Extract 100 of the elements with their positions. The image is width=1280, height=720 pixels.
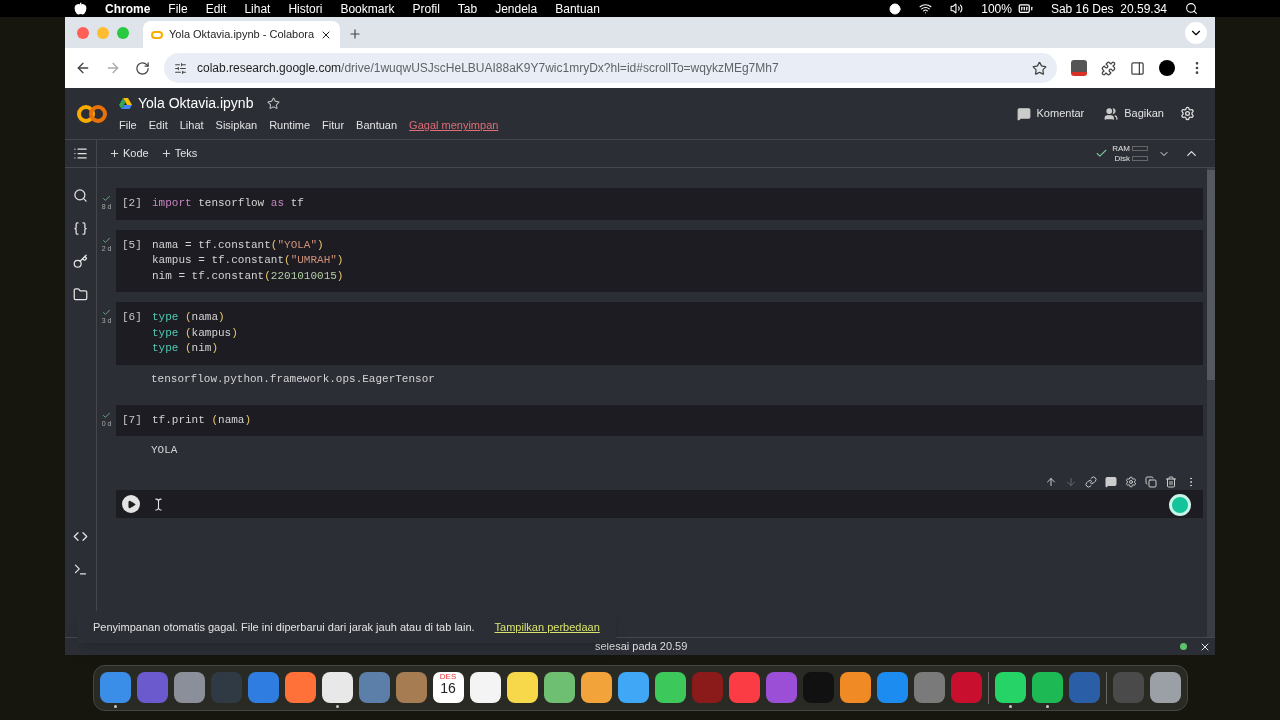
- code-cell[interactable]: [6] type (nama) type (kampus) type (nim): [116, 302, 1203, 365]
- app-icon[interactable]: [321, 672, 353, 703]
- reload-icon[interactable]: [135, 60, 150, 76]
- table-of-contents-icon[interactable]: [73, 146, 88, 161]
- back-icon[interactable]: [75, 60, 91, 76]
- menu-item[interactable]: Tab: [457, 0, 478, 18]
- star-icon[interactable]: [267, 97, 281, 111]
- code-line: type (nim): [152, 341, 220, 356]
- app-icon[interactable]: [654, 672, 686, 703]
- app-icon[interactable]: [994, 672, 1026, 703]
- move-up-icon[interactable]: [1045, 476, 1057, 488]
- link-icon[interactable]: [1085, 476, 1097, 488]
- side-panel-icon[interactable]: [1130, 60, 1145, 76]
- new-tab-icon[interactable]: [348, 27, 363, 41]
- extension-icon[interactable]: [1071, 60, 1087, 76]
- play-icon: [126, 499, 136, 509]
- code-line: nim = tf.constant(2201010015): [152, 268, 344, 284]
- app-icon[interactable]: [469, 672, 501, 703]
- show-diff-link[interactable]: Tampilkan perbedaan: [494, 618, 600, 636]
- empty-code-cell[interactable]: [116, 490, 1203, 518]
- cell-output: tensorflow.python.framework.ops.EagerTensor: [150, 371, 436, 387]
- code-icon[interactable]: [73, 529, 88, 544]
- app-icon[interactable]: [839, 672, 871, 703]
- check-icon: [102, 410, 111, 420]
- menu-item[interactable]: File: [168, 0, 188, 18]
- app-icon[interactable]: [1031, 672, 1063, 703]
- drive-icon: [119, 97, 132, 110]
- url-text: colab.research.google.com/drive/1wuqwUSJscHeLBUAI88aK9Y7wic1mryDx?hl=id#scrollTo=wqykzMEg7Mh7: [197, 60, 780, 77]
- comment-button[interactable]: Komentar: [1016, 105, 1085, 122]
- menu-item[interactable]: Bookmark: [340, 0, 395, 18]
- comment-icon[interactable]: [1105, 476, 1117, 488]
- plus-icon: [109, 148, 120, 159]
- apple-icon[interactable]: [74, 2, 87, 15]
- code-line: type (kampus): [152, 325, 238, 341]
- settings-icon[interactable]: [1180, 106, 1195, 121]
- menu-item[interactable]: Edit: [205, 0, 227, 18]
- menu-item[interactable]: Edit: [148, 117, 168, 134]
- battery-icon[interactable]: [1017, 1, 1033, 16]
- variables-icon[interactable]: [73, 221, 88, 236]
- usage-meter: [1132, 156, 1148, 161]
- clock[interactable]: Sab 16 Des 20.59.34: [1050, 0, 1167, 18]
- copy-icon[interactable]: [1145, 476, 1157, 488]
- app-icon[interactable]: [543, 672, 575, 703]
- code-cell[interactable]: [5] nama = tf.constant("YOLA") kampus = tf.constant("UMRAH") nim = tf.constant(2201010015): [116, 229, 1203, 292]
- menu-item[interactable]: Histori: [288, 0, 323, 18]
- tab-search-button[interactable]: [1185, 22, 1207, 44]
- code-cell[interactable]: [7] tf.print (nama): [116, 404, 1203, 436]
- search-icon[interactable]: [73, 188, 88, 203]
- wifi-icon[interactable]: [919, 2, 933, 15]
- menu-item[interactable]: Bantuan: [356, 117, 398, 134]
- code-line: tf.print (nama): [152, 412, 252, 428]
- menu-item[interactable]: Runtime: [269, 117, 311, 134]
- extensions-icon[interactable]: [1101, 60, 1116, 76]
- text-cursor-icon: [152, 497, 165, 511]
- menu-item[interactable]: Jendela: [495, 0, 538, 18]
- address-bar[interactable]: colab.research.google.com/drive/1wuqwUSJscHeLBUAI88aK9Y7wic1mryDx?hl=id#scrollTo=wqykzMEg7Mh7: [164, 53, 1057, 83]
- execution-count: [6]: [121, 310, 143, 325]
- colab-logo-icon: [151, 30, 163, 39]
- volume-icon[interactable]: [950, 2, 964, 15]
- run-cell-button[interactable]: [122, 495, 140, 513]
- execution-count: [5]: [121, 237, 143, 253]
- share-button[interactable]: Bagikan: [1104, 105, 1164, 122]
- site-settings-icon[interactable]: [174, 61, 187, 75]
- menu-item[interactable]: Lihat: [244, 0, 271, 18]
- app-icon[interactable]: [284, 672, 316, 703]
- save-status-link[interactable]: Gagal menyimpan: [409, 117, 499, 134]
- folder-icon[interactable]: [73, 287, 88, 302]
- toast-message: Penyimpanan otomatis gagal. File ini diperbarui dari jarak jauh atau di tab lain.: [93, 619, 475, 635]
- menu-item[interactable]: Sisipkan: [215, 117, 258, 134]
- notebook-title[interactable]: Yola Oktavia.ipynb: [138, 93, 254, 115]
- browser-tab[interactable]: Yola Oktavia.ipynb - Colabora: [143, 21, 341, 48]
- add-cell-button[interactable]: Teks: [160, 145, 198, 162]
- check-icon: [102, 308, 111, 317]
- key-icon[interactable]: [73, 254, 88, 269]
- menu-item[interactable]: Fitur: [322, 117, 345, 134]
- app-menu[interactable]: Chrome: [105, 0, 151, 18]
- app-icon[interactable]: [1149, 672, 1181, 703]
- menu-item[interactable]: Profil: [412, 0, 440, 18]
- app-icon[interactable]: [580, 672, 612, 703]
- search-icon[interactable]: [1185, 2, 1198, 15]
- settings-icon[interactable]: [1125, 476, 1137, 488]
- terminal-icon[interactable]: [73, 562, 88, 577]
- grammar-assistant-icon[interactable]: [1169, 494, 1191, 516]
- scrollbar-thumb[interactable]: [1207, 170, 1215, 380]
- app-icon[interactable]: [506, 672, 538, 703]
- menu-item[interactable]: Bantuan: [555, 0, 600, 18]
- bookmark-star-icon[interactable]: [1032, 60, 1047, 76]
- menu-item[interactable]: File: [119, 117, 137, 134]
- code-line: kampus = tf.constant("UMRAH"): [152, 253, 344, 268]
- calendar-app-icon[interactable]: DES 16: [432, 672, 464, 703]
- code-cell[interactable]: [2] import tensorflow as tf: [116, 188, 1203, 220]
- app-icon[interactable]: [617, 672, 649, 703]
- record-icon[interactable]: [889, 2, 902, 15]
- delete-icon[interactable]: [1165, 476, 1177, 488]
- battery-percent: 100%: [981, 0, 1012, 18]
- menu-item[interactable]: Lihat: [179, 117, 204, 134]
- code-line: nama = tf.constant("YOLA"): [152, 237, 325, 253]
- status-text: selesai pada 20.59: [595, 639, 688, 655]
- profile-avatar[interactable]: [1159, 60, 1175, 76]
- add-cell-button[interactable]: Kode: [109, 145, 149, 162]
